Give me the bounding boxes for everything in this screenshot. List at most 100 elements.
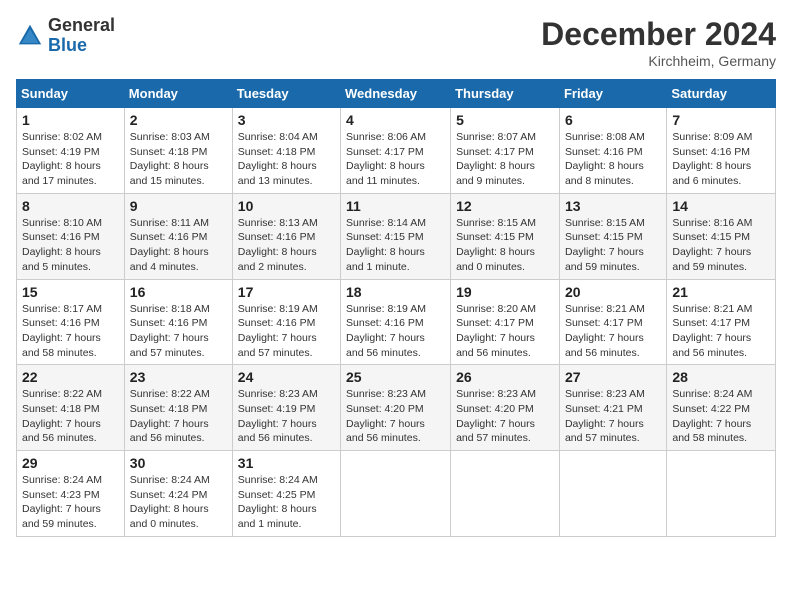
day-number: 25 (346, 369, 445, 385)
calendar-cell: 15 Sunrise: 8:17 AMSunset: 4:16 PMDayligh… (17, 279, 125, 365)
day-detail: Sunrise: 8:22 AMSunset: 4:18 PMDaylight:… (22, 387, 119, 446)
day-detail: Sunrise: 8:04 AMSunset: 4:18 PMDaylight:… (238, 130, 335, 189)
logo-icon (16, 22, 44, 50)
calendar-cell: 23 Sunrise: 8:22 AMSunset: 4:18 PMDayligh… (124, 365, 232, 451)
day-detail: Sunrise: 8:19 AMSunset: 4:16 PMDaylight:… (346, 302, 445, 361)
day-detail: Sunrise: 8:10 AMSunset: 4:16 PMDaylight:… (22, 216, 119, 275)
day-detail: Sunrise: 8:08 AMSunset: 4:16 PMDaylight:… (565, 130, 661, 189)
day-detail: Sunrise: 8:14 AMSunset: 4:15 PMDaylight:… (346, 216, 445, 275)
day-detail: Sunrise: 8:15 AMSunset: 4:15 PMDaylight:… (456, 216, 554, 275)
calendar-cell (341, 451, 451, 537)
calendar-cell: 22 Sunrise: 8:22 AMSunset: 4:18 PMDayligh… (17, 365, 125, 451)
day-detail: Sunrise: 8:16 AMSunset: 4:15 PMDaylight:… (672, 216, 770, 275)
calendar-cell: 10 Sunrise: 8:13 AMSunset: 4:16 PMDayligh… (232, 193, 340, 279)
day-number: 6 (565, 112, 661, 128)
calendar-cell: 3 Sunrise: 8:04 AMSunset: 4:18 PMDaylight… (232, 108, 340, 194)
calendar-week-row: 29Sunrise: 8:24 AMSunset: 4:23 PMDayligh… (17, 451, 776, 537)
calendar-cell: 8Sunrise: 8:10 AMSunset: 4:16 PMDaylight… (17, 193, 125, 279)
day-detail: Sunrise: 8:23 AMSunset: 4:20 PMDaylight:… (456, 387, 554, 446)
calendar-cell: 28Sunrise: 8:24 AMSunset: 4:22 PMDayligh… (667, 365, 776, 451)
day-number: 3 (238, 112, 335, 128)
calendar-cell: 6 Sunrise: 8:08 AMSunset: 4:16 PMDaylight… (559, 108, 666, 194)
day-number: 12 (456, 198, 554, 214)
day-detail: Sunrise: 8:11 AMSunset: 4:16 PMDaylight:… (130, 216, 227, 275)
calendar-cell: 5 Sunrise: 8:07 AMSunset: 4:17 PMDaylight… (451, 108, 560, 194)
calendar-cell: 24Sunrise: 8:23 AMSunset: 4:19 PMDayligh… (232, 365, 340, 451)
location: Kirchheim, Germany (541, 53, 776, 69)
day-detail: Sunrise: 8:20 AMSunset: 4:17 PMDaylight:… (456, 302, 554, 361)
day-number: 23 (130, 369, 227, 385)
calendar-cell: 21 Sunrise: 8:21 AMSunset: 4:17 PMDayligh… (667, 279, 776, 365)
calendar-cell (559, 451, 666, 537)
calendar-cell: 31 Sunrise: 8:24 AMSunset: 4:25 PMDayligh… (232, 451, 340, 537)
calendar-cell: 14Sunrise: 8:16 AMSunset: 4:15 PMDayligh… (667, 193, 776, 279)
weekday-header-wednesday: Wednesday (341, 80, 451, 108)
weekday-header-tuesday: Tuesday (232, 80, 340, 108)
calendar-table: SundayMondayTuesdayWednesdayThursdayFrid… (16, 79, 776, 537)
calendar-cell: 27Sunrise: 8:23 AMSunset: 4:21 PMDayligh… (559, 365, 666, 451)
calendar-cell: 19 Sunrise: 8:20 AMSunset: 4:17 PMDayligh… (451, 279, 560, 365)
day-detail: Sunrise: 8:06 AMSunset: 4:17 PMDaylight:… (346, 130, 445, 189)
day-number: 17 (238, 284, 335, 300)
logo-blue-text: Blue (48, 36, 115, 56)
day-detail: Sunrise: 8:21 AMSunset: 4:17 PMDaylight:… (672, 302, 770, 361)
calendar-cell (451, 451, 560, 537)
day-detail: Sunrise: 8:03 AMSunset: 4:18 PMDaylight:… (130, 130, 227, 189)
title-block: December 2024 Kirchheim, Germany (541, 16, 776, 69)
day-number: 26 (456, 369, 554, 385)
day-detail: Sunrise: 8:07 AMSunset: 4:17 PMDaylight:… (456, 130, 554, 189)
day-number: 19 (456, 284, 554, 300)
day-number: 9 (130, 198, 227, 214)
weekday-header-monday: Monday (124, 80, 232, 108)
day-number: 1 (22, 112, 119, 128)
calendar-cell: 4 Sunrise: 8:06 AMSunset: 4:17 PMDaylight… (341, 108, 451, 194)
day-number: 13 (565, 198, 661, 214)
day-number: 20 (565, 284, 661, 300)
day-detail: Sunrise: 8:22 AMSunset: 4:18 PMDaylight:… (130, 387, 227, 446)
day-detail: Sunrise: 8:23 AMSunset: 4:21 PMDaylight:… (565, 387, 661, 446)
day-number: 4 (346, 112, 445, 128)
calendar-cell: 30Sunrise: 8:24 AMSunset: 4:24 PMDayligh… (124, 451, 232, 537)
calendar-cell: 26 Sunrise: 8:23 AMSunset: 4:20 PMDayligh… (451, 365, 560, 451)
calendar-week-row: 15 Sunrise: 8:17 AMSunset: 4:16 PMDayligh… (17, 279, 776, 365)
day-number: 11 (346, 198, 445, 214)
weekday-header-thursday: Thursday (451, 80, 560, 108)
day-detail: Sunrise: 8:24 AMSunset: 4:24 PMDaylight:… (130, 473, 227, 532)
weekday-header-row: SundayMondayTuesdayWednesdayThursdayFrid… (17, 80, 776, 108)
day-number: 15 (22, 284, 119, 300)
day-number: 22 (22, 369, 119, 385)
day-detail: Sunrise: 8:21 AMSunset: 4:17 PMDaylight:… (565, 302, 661, 361)
day-number: 24 (238, 369, 335, 385)
calendar-cell: 11 Sunrise: 8:14 AMSunset: 4:15 PMDayligh… (341, 193, 451, 279)
calendar-week-row: 8Sunrise: 8:10 AMSunset: 4:16 PMDaylight… (17, 193, 776, 279)
day-detail: Sunrise: 8:17 AMSunset: 4:16 PMDaylight:… (22, 302, 119, 361)
day-detail: Sunrise: 8:24 AMSunset: 4:25 PMDaylight:… (238, 473, 335, 532)
day-detail: Sunrise: 8:02 AMSunset: 4:19 PMDaylight:… (22, 130, 119, 189)
day-number: 7 (672, 112, 770, 128)
calendar-cell: 25Sunrise: 8:23 AMSunset: 4:20 PMDayligh… (341, 365, 451, 451)
day-detail: Sunrise: 8:09 AMSunset: 4:16 PMDaylight:… (672, 130, 770, 189)
day-number: 31 (238, 455, 335, 471)
day-number: 5 (456, 112, 554, 128)
calendar-cell: 1 Sunrise: 8:02 AMSunset: 4:19 PMDaylight… (17, 108, 125, 194)
day-number: 21 (672, 284, 770, 300)
day-number: 10 (238, 198, 335, 214)
day-detail: Sunrise: 8:19 AMSunset: 4:16 PMDaylight:… (238, 302, 335, 361)
calendar-cell: 13 Sunrise: 8:15 AMSunset: 4:15 PMDayligh… (559, 193, 666, 279)
calendar-cell: 20 Sunrise: 8:21 AMSunset: 4:17 PMDayligh… (559, 279, 666, 365)
month-title: December 2024 (541, 16, 776, 53)
weekday-header-sunday: Sunday (17, 80, 125, 108)
calendar-week-row: 22 Sunrise: 8:22 AMSunset: 4:18 PMDayligh… (17, 365, 776, 451)
logo: General Blue (16, 16, 115, 56)
calendar-cell: 9 Sunrise: 8:11 AMSunset: 4:16 PMDaylight… (124, 193, 232, 279)
calendar-cell: 17 Sunrise: 8:19 AMSunset: 4:16 PMDayligh… (232, 279, 340, 365)
day-detail: Sunrise: 8:15 AMSunset: 4:15 PMDaylight:… (565, 216, 661, 275)
calendar-cell: 12 Sunrise: 8:15 AMSunset: 4:15 PMDayligh… (451, 193, 560, 279)
weekday-header-saturday: Saturday (667, 80, 776, 108)
day-number: 16 (130, 284, 227, 300)
day-detail: Sunrise: 8:13 AMSunset: 4:16 PMDaylight:… (238, 216, 335, 275)
page-header: General Blue December 2024 Kirchheim, Ge… (16, 16, 776, 69)
day-number: 2 (130, 112, 227, 128)
day-number: 18 (346, 284, 445, 300)
calendar-cell: 29Sunrise: 8:24 AMSunset: 4:23 PMDayligh… (17, 451, 125, 537)
